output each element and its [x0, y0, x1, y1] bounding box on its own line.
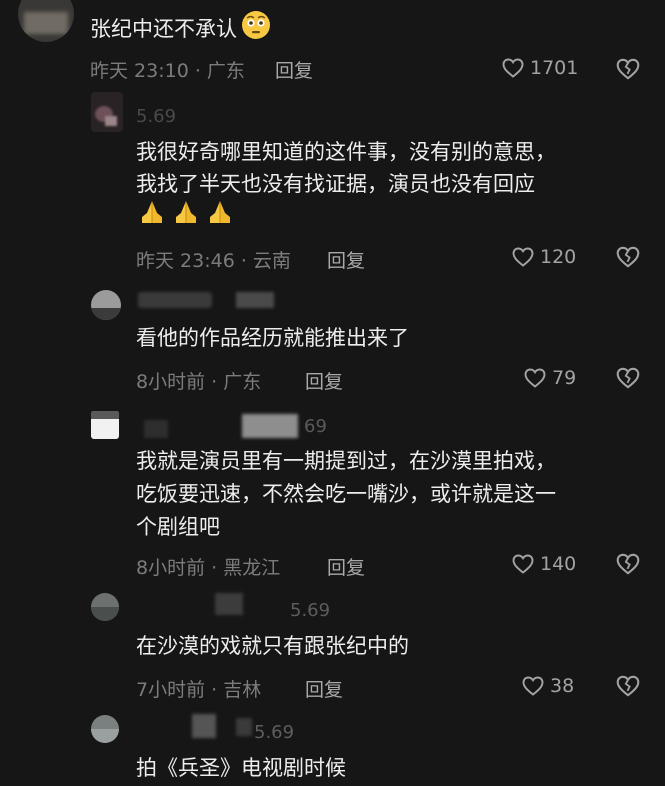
reply-4-text-line-1: 在沙漠的戏就只有跟张纪中的 — [136, 634, 409, 658]
heart-icon — [512, 247, 534, 267]
broken-heart-icon — [616, 58, 640, 80]
reply-5-username[interactable]: 5.69 — [254, 722, 294, 743]
reply-3-reply-button[interactable]: 回复 — [327, 553, 365, 580]
folded-hands-emoji — [142, 201, 162, 223]
reply-3-username[interactable]: 69 — [304, 416, 327, 437]
reply-4-meta: 7小时前 · 吉林 — [136, 679, 262, 701]
heart-icon — [512, 554, 534, 574]
avatar-reply-3[interactable] — [91, 411, 119, 439]
reply-5-text-line-1: 拍《兵圣》电视剧时候 — [136, 756, 346, 780]
reply-3-text-line-2: 吃饭要迅速，不然会吃一嘴沙，或许就是这一 — [136, 482, 556, 506]
reply-2-meta: 8小时前 · 广东 — [136, 371, 262, 393]
broken-heart-icon — [616, 367, 640, 389]
redaction-block — [236, 718, 252, 736]
broken-heart-icon — [616, 246, 640, 268]
like-count: 140 — [540, 553, 577, 575]
reply-1-like-button[interactable]: 120 — [511, 245, 576, 269]
reply-4-username[interactable]: 5.69 — [290, 600, 330, 621]
comment-text: 张纪中还不承认 — [90, 10, 271, 50]
reply-4-reply-button[interactable]: 回复 — [305, 675, 343, 702]
reply-1-meta: 昨天 23:46 · 云南 — [136, 250, 291, 272]
comment-meta: 昨天 23:10 · 广东 — [90, 60, 245, 82]
reply-3-dislike-button[interactable] — [615, 551, 641, 577]
redaction-block — [192, 714, 216, 738]
reply-1-reply-button[interactable]: 回复 — [327, 246, 365, 273]
folded-hands-emoji — [210, 201, 230, 223]
reply-2-dislike-button[interactable] — [615, 365, 641, 391]
reply-button[interactable]: 回复 — [275, 56, 313, 83]
redaction-block — [242, 414, 298, 438]
avatar-reply-1[interactable] — [91, 92, 123, 132]
like-count: 1701 — [530, 57, 579, 79]
avatar-reply-2[interactable] — [91, 290, 121, 320]
heart-icon — [522, 676, 544, 696]
reply-1-dislike-button[interactable] — [615, 244, 641, 270]
like-count: 79 — [552, 367, 577, 389]
like-count: 120 — [540, 246, 577, 268]
redaction-block — [236, 292, 274, 308]
heart-icon — [524, 368, 546, 388]
reply-2-username-blurred[interactable] — [138, 292, 212, 308]
folded-hands-emoji-group — [138, 199, 234, 227]
broken-heart-icon — [616, 553, 640, 575]
avatar-top-commenter[interactable] — [18, 0, 74, 42]
reply-4-like-button[interactable]: 38 — [521, 674, 574, 698]
heart-icon — [502, 58, 524, 78]
reply-2-text-line-1: 看他的作品经历就能推出来了 — [136, 326, 409, 350]
folded-hands-emoji — [176, 201, 196, 223]
reply-3-text-line-1: 我就是演员里有一期提到过，在沙漠里拍戏， — [136, 449, 556, 473]
reply-2-reply-button[interactable]: 回复 — [305, 367, 343, 394]
reply-4-dislike-button[interactable] — [615, 673, 641, 699]
reply-2-like-button[interactable]: 79 — [523, 366, 576, 390]
reply-3-meta: 8小时前 · 黑龙江 — [136, 557, 281, 579]
reply-3-like-button[interactable]: 140 — [511, 552, 576, 576]
like-button[interactable]: 1701 — [501, 56, 578, 80]
reply-3-text-line-3: 个剧组吧 — [136, 515, 220, 539]
reply-1-text-line-1: 我很好奇哪里知道的这件事，没有别的意思， — [136, 140, 556, 164]
broken-heart-icon — [616, 675, 640, 697]
avatar-reply-4[interactable] — [91, 593, 119, 621]
reply-1-text-line-2: 我找了半天也没有找证据，演员也没有回应 — [136, 172, 535, 196]
flushed-face-emoji — [241, 10, 271, 50]
like-count: 38 — [550, 675, 575, 697]
avatar-reply-5[interactable] — [91, 715, 119, 743]
reply-1-username[interactable]: 5.69 — [136, 106, 176, 127]
dislike-button[interactable] — [615, 56, 641, 82]
redaction-block — [144, 420, 168, 438]
redaction-block — [215, 593, 243, 615]
